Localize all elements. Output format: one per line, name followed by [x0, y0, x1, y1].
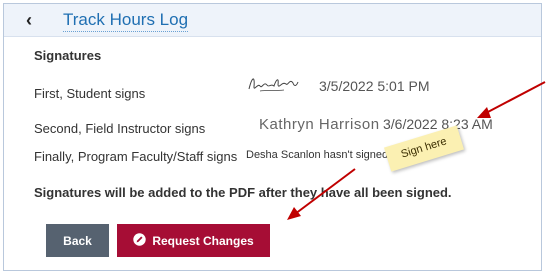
student-signature-label: First, Student signs — [34, 86, 146, 101]
back-button[interactable]: Back — [46, 224, 109, 257]
faculty-signature-label: Finally, Program Faculty/Staff signs — [34, 149, 238, 164]
student-signature-image — [246, 71, 306, 97]
request-changes-button[interactable]: Request Changes — [117, 224, 270, 257]
field-instructor-signed-time: 3/6/2022 8:23 AM — [383, 116, 493, 132]
request-changes-label: Request Changes — [152, 233, 254, 248]
page-title-link[interactable]: Track Hours Log — [63, 10, 189, 32]
field-instructor-signature-label: Second, Field Instructor signs — [34, 121, 206, 136]
pencil-circle-icon — [133, 232, 147, 249]
student-signed-time: 3/5/2022 5:01 PM — [319, 78, 430, 94]
chevron-left-icon[interactable]: ‹ — [26, 10, 32, 31]
page-header: ‹ Track Hours Log — [4, 4, 541, 37]
field-instructor-signature-name: Kathryn Harrison — [259, 116, 380, 133]
pdf-signature-note: Signatures will be added to the PDF afte… — [34, 185, 452, 200]
signatures-heading: Signatures — [34, 48, 102, 63]
faculty-signature-status: Desha Scanlon hasn't signed yet — [246, 149, 406, 161]
